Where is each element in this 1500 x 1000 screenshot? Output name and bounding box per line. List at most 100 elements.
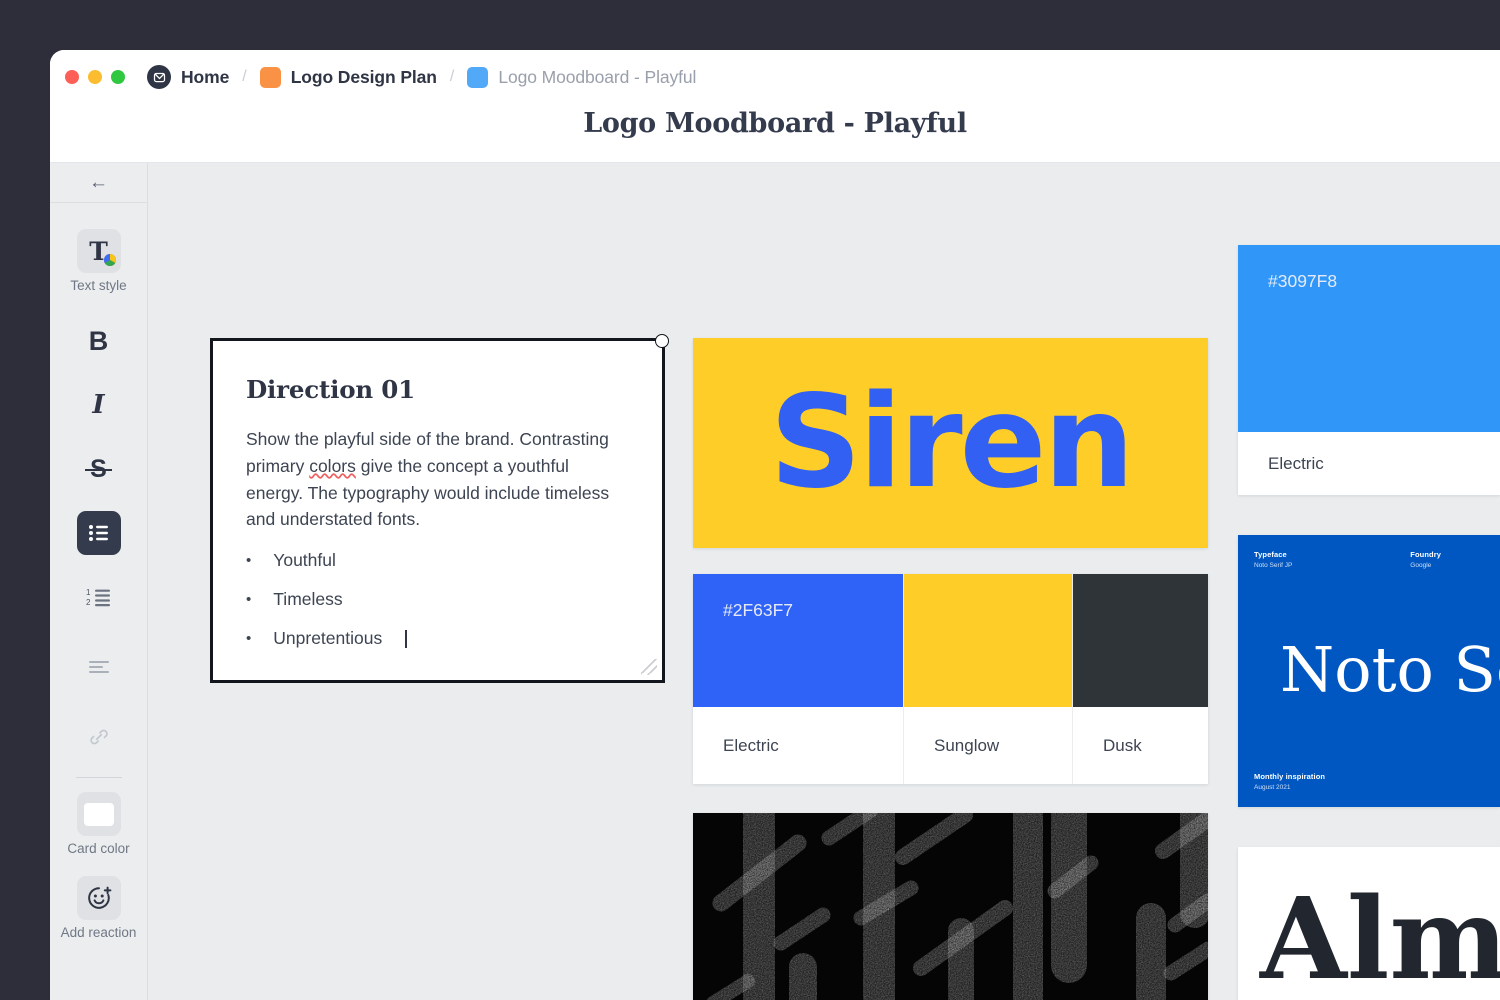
text-card-heading: Direction 01: [246, 375, 629, 404]
swatch-name-label: Sunglow: [904, 707, 1072, 784]
blue-square-icon: [467, 67, 488, 88]
toolbar-add-reaction[interactable]: Add reaction: [61, 876, 137, 940]
swatch-hex-label: #3097F8: [1268, 271, 1337, 291]
numbered-list-icon: 1 2: [86, 587, 112, 607]
breadcrumb-separator-1: /: [242, 68, 246, 86]
close-window-button[interactable]: [65, 70, 79, 84]
window-controls[interactable]: [65, 70, 125, 84]
typeface-specimen-card[interactable]: Typeface Noto Serif JP Foundry Google No…: [1238, 535, 1500, 807]
color-palette-card[interactable]: #2F63F7 Electric Sunglow Dusk: [693, 574, 1208, 784]
breadcrumb-separator-2: /: [450, 68, 454, 86]
palette-swatch-dusk[interactable]: Dusk: [1073, 574, 1208, 784]
orange-square-icon: [260, 67, 281, 88]
arrow-left-icon: ←: [89, 173, 108, 192]
serif-specimen-card[interactable]: Alm: [1238, 847, 1500, 1000]
formatting-toolbar: ← T: [50, 163, 148, 1000]
list-item: Unpretentious: [246, 628, 629, 649]
numbered-list-button[interactable]: 1 2: [77, 575, 121, 619]
breadcrumb-label-logo-design-plan: Logo Design Plan: [291, 67, 437, 88]
breadcrumb-label-current-page: Logo Moodboard - Playful: [498, 67, 696, 88]
breadcrumb-label-home: Home: [181, 67, 229, 88]
swatch-color-block: [904, 574, 1072, 707]
svg-text:2: 2: [86, 598, 91, 607]
swatch-name-label: Electric: [1238, 432, 1500, 495]
document-title-bar: Logo Moodboard - Playful: [50, 104, 1500, 163]
typeface-meta-typeface: Typeface Noto Serif JP: [1254, 550, 1292, 569]
bold-icon: B: [89, 326, 109, 357]
zoom-window-button[interactable]: [111, 70, 125, 84]
meta-key: Foundry: [1410, 550, 1441, 559]
swatch-name-label: Electric: [693, 707, 903, 784]
swatch-color-block: #3097F8: [1238, 245, 1500, 432]
add-reaction-button[interactable]: [77, 876, 121, 920]
abstract-pattern-icon: [693, 813, 1208, 1000]
meta-value: Noto Serif JP: [1254, 562, 1292, 569]
palette-swatch-electric[interactable]: #2F63F7 Electric: [693, 574, 903, 784]
list-item: Timeless: [246, 589, 629, 610]
svg-text:1: 1: [86, 588, 91, 597]
text-card-bullet-list: Youthful Timeless Unpretentious: [246, 550, 629, 649]
electric-swatch-card[interactable]: #3097F8 Electric: [1238, 245, 1500, 495]
desktop-backdrop: Home / Logo Design Plan / Logo Moodboard…: [0, 0, 1500, 1000]
app-body: ← T: [50, 163, 1500, 1000]
bullet-label-1: Timeless: [273, 589, 342, 610]
card-color-caption: Card color: [67, 841, 129, 856]
bullet-label-0: Youthful: [273, 550, 336, 571]
breadcrumb-item-current-page[interactable]: Logo Moodboard - Playful: [467, 67, 696, 88]
pattern-image-card[interactable]: [693, 813, 1208, 1000]
align-button[interactable]: [77, 645, 121, 689]
swatch-name-label: Dusk: [1073, 707, 1208, 784]
logo-wordmark: Siren: [769, 379, 1131, 507]
text-style-icon[interactable]: T: [77, 229, 121, 273]
misspelled-word: colors: [309, 456, 356, 476]
card-resize-handle[interactable]: [655, 334, 669, 348]
italic-icon: I: [92, 390, 104, 420]
footer-key: Monthly inspiration: [1254, 772, 1325, 781]
card-color-button[interactable]: [77, 792, 121, 836]
footer-value: August 2021: [1254, 784, 1325, 791]
moodboard-canvas[interactable]: Direction 01 Show the playful side of th…: [148, 163, 1500, 1000]
minimize-window-button[interactable]: [88, 70, 102, 84]
home-logo-icon: [147, 65, 171, 89]
palette-swatch-sunglow[interactable]: Sunglow: [904, 574, 1072, 784]
text-card-paragraph: Show the playful side of the brand. Cont…: [246, 426, 629, 533]
breadcrumb-item-logo-design-plan[interactable]: Logo Design Plan: [260, 67, 437, 88]
bulleted-list-button[interactable]: [77, 511, 121, 555]
swatch-color-block: #2F63F7: [693, 574, 903, 707]
italic-button[interactable]: I: [77, 383, 121, 427]
title-bar: Home / Logo Design Plan / Logo Moodboard…: [50, 50, 1500, 104]
strikethrough-icon: S: [90, 455, 107, 484]
text-card[interactable]: Direction 01 Show the playful side of th…: [210, 338, 665, 683]
swatch-color-block: [1073, 574, 1208, 707]
bulleted-list-icon: [88, 524, 110, 542]
add-reaction-caption: Add reaction: [61, 925, 137, 940]
toolbar-back-button[interactable]: ←: [50, 163, 147, 203]
align-left-icon: [88, 660, 110, 674]
typeface-display-text: Noto Se: [1280, 639, 1500, 701]
color-wheel-icon: [104, 254, 116, 266]
link-icon: [88, 726, 110, 748]
text-cursor: [405, 630, 407, 648]
list-item: Youthful: [246, 550, 629, 571]
toolbar-divider: [76, 777, 122, 778]
toolbar-text-style[interactable]: T Text style: [70, 229, 126, 293]
logo-card-siren[interactable]: Siren: [693, 338, 1208, 548]
breadcrumb: Home / Logo Design Plan / Logo Moodboard…: [147, 65, 696, 89]
link-button[interactable]: [77, 715, 121, 759]
meta-key: Typeface: [1254, 550, 1292, 559]
bold-button[interactable]: B: [77, 319, 121, 363]
breadcrumb-item-home[interactable]: Home: [147, 65, 229, 89]
toolbar-card-color[interactable]: Card color: [67, 792, 129, 856]
typeface-meta: Typeface Noto Serif JP Foundry Google: [1238, 535, 1500, 569]
typeface-footer: Monthly inspiration August 2021: [1254, 772, 1325, 791]
typeface-meta-foundry: Foundry Google: [1410, 550, 1441, 569]
strikethrough-button[interactable]: S: [77, 447, 121, 491]
swatch-hex-label: #2F63F7: [723, 600, 793, 620]
meta-value: Google: [1410, 562, 1441, 569]
page-title: Logo Moodboard - Playful: [583, 108, 967, 139]
smiley-plus-icon: [86, 885, 112, 911]
text-style-caption: Text style: [70, 278, 126, 293]
card-resize-grip[interactable]: [641, 659, 657, 675]
specimen-text: Alm: [1260, 884, 1500, 996]
bullet-label-2: Unpretentious: [273, 628, 382, 649]
